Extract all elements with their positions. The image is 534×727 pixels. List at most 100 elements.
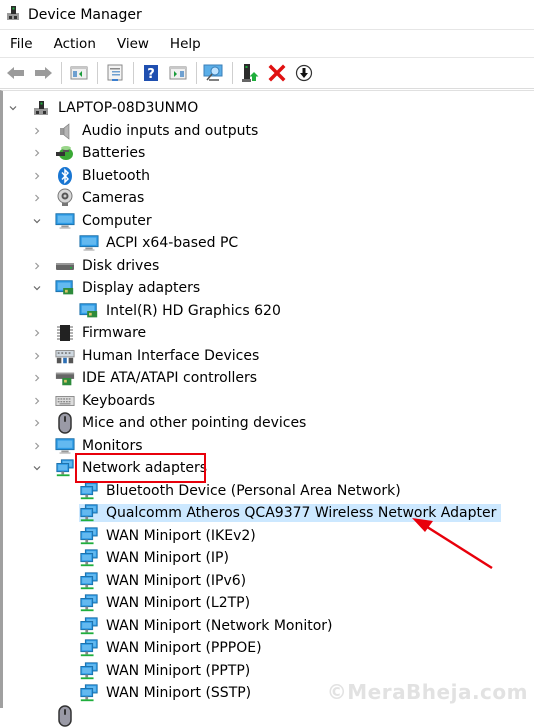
tree-device-item[interactable]: WAN Miniport (PPPOE) xyxy=(79,637,267,659)
tree-item-label: Firmware xyxy=(82,325,147,341)
chevron-right-icon[interactable] xyxy=(31,417,43,429)
network-adapter-icon xyxy=(79,616,99,635)
battery-icon xyxy=(55,144,75,162)
chevron-right-icon[interactable] xyxy=(31,350,43,362)
chevron-down-icon[interactable] xyxy=(7,102,19,114)
tree-category-disk-drives[interactable]: Disk drives xyxy=(35,255,164,277)
forward-button[interactable] xyxy=(31,62,55,84)
tree-item-label: WAN Miniport (IKEv2) xyxy=(106,527,256,544)
arrow-left-icon xyxy=(7,67,24,79)
device-icon xyxy=(55,704,75,727)
tree-item-label: WAN Miniport (PPTP) xyxy=(106,662,251,679)
tree-device-item[interactable]: ACPI x64-based PC xyxy=(79,232,243,254)
tree-device-item[interactable]: WAN Miniport (SSTP) xyxy=(79,682,256,704)
down-arrow-circle-icon xyxy=(295,64,313,82)
tree-device-item[interactable]: WAN Miniport (IPv6) xyxy=(79,570,251,592)
tree-root[interactable]: LAPTOP-08D3UNMO xyxy=(9,97,203,119)
tree-item-label: Monitors xyxy=(82,437,143,454)
title-bar: Device Manager xyxy=(0,0,534,29)
tree-item-label: Intel(R) HD Graphics 620 xyxy=(106,302,281,319)
tree-item-label: IDE ATA/ATAPI controllers xyxy=(82,370,258,386)
tree-item-label: Display adapters xyxy=(82,280,201,296)
tree-category-ide-ata-atapi-controllers[interactable]: IDE ATA/ATAPI controllers xyxy=(35,367,262,389)
tree-category-firmware[interactable]: Firmware xyxy=(35,322,151,344)
chevron-right-icon[interactable] xyxy=(31,147,43,159)
chevron-right-icon[interactable] xyxy=(31,260,43,272)
tree-category-batteries[interactable]: Batteries xyxy=(35,142,150,164)
properties-button[interactable] xyxy=(103,62,127,84)
toolbar-separator xyxy=(97,62,98,84)
chevron-right-icon[interactable] xyxy=(31,395,43,407)
chevron-right-icon[interactable] xyxy=(31,170,43,182)
tree-device-item[interactable]: WAN Miniport (IKEv2) xyxy=(79,525,261,547)
monitor-icon xyxy=(79,234,99,252)
tree-category-cameras[interactable]: Cameras xyxy=(35,187,149,209)
arrow-right-icon xyxy=(35,67,52,79)
tree-category-keyboards[interactable]: Keyboards xyxy=(35,390,160,412)
console-tree-icon xyxy=(70,66,88,80)
chevron-down-icon[interactable] xyxy=(31,215,43,227)
network-adapter-icon xyxy=(79,549,99,567)
tree-item-label: WAN Miniport (IPv6) xyxy=(106,572,247,589)
tree-item-label: WAN Miniport (SSTP) xyxy=(106,685,252,701)
tree-category-bluetooth[interactable]: Bluetooth xyxy=(35,165,155,187)
tree-item-label: Keyboards xyxy=(82,392,156,409)
chevron-right-icon[interactable] xyxy=(31,327,43,339)
tree-item-label: Audio inputs and outputs xyxy=(82,122,259,139)
camera-icon xyxy=(55,188,75,207)
tree-category-audio-inputs-and-outputs[interactable]: Audio inputs and outputs xyxy=(35,120,263,142)
tree-device-item[interactable]: WAN Miniport (Network Monitor) xyxy=(79,615,338,637)
network-adapter-icon xyxy=(79,661,99,680)
disable-device-button[interactable] xyxy=(292,62,316,84)
tree-device-item[interactable]: WAN Miniport (L2TP) xyxy=(79,592,255,614)
chevron-right-icon[interactable] xyxy=(31,372,43,384)
speaker-icon xyxy=(55,122,75,140)
toolbar-separator xyxy=(61,62,62,84)
tree-item-label: Disk drives xyxy=(82,257,160,274)
tree-item-label: Computer xyxy=(82,212,152,229)
scan-hardware-changes-button[interactable] xyxy=(202,62,226,84)
device-tree[interactable]: LAPTOP-08D3UNMO Audio inputs and outputs B… xyxy=(0,90,534,727)
update-driver-button[interactable] xyxy=(238,62,262,84)
chevron-right-icon[interactable] xyxy=(31,440,43,452)
update-driver-icon xyxy=(242,64,259,82)
tree-device-item[interactable]: WAN Miniport (PPTP) xyxy=(79,660,255,682)
menu-view[interactable]: View xyxy=(115,36,151,52)
show-hide-console-tree-button[interactable] xyxy=(67,62,91,84)
tree-item-label: Batteries xyxy=(82,145,146,161)
tree-item-label: Mice and other pointing devices xyxy=(82,415,307,431)
network-adapter-icon xyxy=(79,526,99,545)
bluetooth-icon xyxy=(55,166,75,185)
window-title: Device Manager xyxy=(28,6,142,23)
tree-item-label: WAN Miniport (PPPOE) xyxy=(106,640,262,656)
network-adapter-icon xyxy=(79,504,99,522)
tree-device-item[interactable]: WAN Miniport (IP) xyxy=(79,547,234,569)
chevron-right-icon[interactable] xyxy=(31,125,43,137)
chevron-right-icon[interactable] xyxy=(31,192,43,204)
tree-device-item[interactable]: Intel(R) HD Graphics 620 xyxy=(79,300,286,322)
help-button[interactable]: ? xyxy=(139,62,163,84)
red-x-icon xyxy=(268,64,286,82)
menu-action[interactable]: Action xyxy=(52,36,98,52)
display-adapter-icon xyxy=(55,279,75,297)
disk-drive-icon xyxy=(55,257,75,275)
keyboard-icon xyxy=(55,392,75,410)
toolbar-separator xyxy=(133,62,134,84)
tree-item-label: Bluetooth xyxy=(82,167,150,184)
tree-category-mice-and-other-pointing-devices[interactable]: Mice and other pointing devices xyxy=(35,412,311,434)
tree-category-display-adapters[interactable]: Display adapters xyxy=(33,277,205,299)
menu-help[interactable]: Help xyxy=(168,36,203,52)
tree-category-human-interface-devices[interactable]: Human Interface Devices xyxy=(35,345,264,367)
chevron-down-icon[interactable] xyxy=(31,282,43,294)
network-adapter-icon xyxy=(79,594,99,612)
chevron-down-icon[interactable] xyxy=(31,462,43,474)
display-adapter-icon xyxy=(79,302,99,320)
back-button[interactable] xyxy=(4,62,28,84)
menu-file[interactable]: File xyxy=(8,36,35,52)
uninstall-device-button[interactable] xyxy=(265,62,289,84)
show-action-pane-button[interactable] xyxy=(166,62,190,84)
hid-icon xyxy=(55,347,75,365)
tree-category-computer[interactable]: Computer xyxy=(33,210,157,232)
tree-item-label: Bluetooth Device (Personal Area Network) xyxy=(106,482,401,499)
help-icon: ? xyxy=(144,65,158,82)
